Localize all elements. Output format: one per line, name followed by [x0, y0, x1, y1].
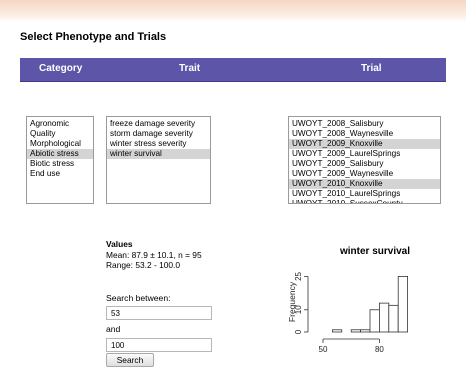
trial-header: Trial: [361, 63, 382, 74]
trait-header: Trait: [179, 63, 201, 74]
category-option[interactable]: Agronomic: [27, 119, 93, 129]
category-option[interactable]: Quality: [27, 129, 93, 139]
category-option[interactable]: Abiotic stress: [27, 149, 93, 159]
x-tick-label: 50: [319, 345, 328, 354]
trait-option[interactable]: winter stress severity: [107, 139, 210, 149]
histogram-bar: [332, 329, 343, 333]
histogram-bar: [379, 302, 390, 333]
values-range: Range: 53.2 - 100.0: [106, 260, 181, 270]
search-between-label: Search between:: [106, 293, 171, 303]
section-title: Select Phenotype and Trials: [20, 31, 167, 43]
histogram-bar: [360, 329, 371, 333]
y-axis-label: Frequency: [287, 281, 297, 322]
category-header: Category: [39, 63, 83, 74]
x-tick-label: 80: [375, 345, 384, 354]
histogram-bar: [369, 309, 380, 333]
search-low-input[interactable]: [106, 306, 212, 320]
trial-option[interactable]: UWOYT_2009_LaurelSprings: [289, 149, 440, 159]
histogram-bar: [350, 329, 361, 333]
trait-select[interactable]: freeze damage severity storm damage sever…: [106, 116, 211, 204]
histogram-chart: 01025Frequency50 80: [287, 271, 408, 354]
trait-option[interactable]: storm damage severity: [107, 129, 210, 139]
trial-option[interactable]: UWOYT_2008_Waynesville: [289, 129, 440, 139]
trait-option[interactable]: freeze damage severity: [107, 119, 210, 129]
trial-option[interactable]: UWOYT_2008_Salisbury: [289, 119, 440, 129]
trial-option[interactable]: UWOYT_2009_Knoxville: [289, 139, 440, 149]
search-button[interactable]: Search: [106, 353, 154, 367]
values-title: Values: [106, 239, 133, 249]
search-high-input[interactable]: [106, 338, 212, 352]
y-tick-label: 0: [294, 329, 303, 334]
category-option[interactable]: Biotic stress: [27, 159, 93, 169]
top-banner: [0, 0, 466, 22]
trial-select[interactable]: UWOYT_2008_Salisbury UWOYT_2008_Waynesvil…: [288, 116, 441, 204]
trial-option[interactable]: UWOYT_2010_LaurelSprings: [289, 189, 440, 199]
trial-option[interactable]: UWOYT_2010_SussexCounty: [289, 199, 440, 203]
trial-option[interactable]: UWOYT_2009_Waynesville: [289, 169, 440, 179]
trial-option[interactable]: UWOYT_2010_Knoxville: [289, 179, 440, 189]
histogram-bar: [388, 304, 399, 333]
trial-option[interactable]: UWOYT_2009_Salisbury: [289, 159, 440, 169]
trait-option[interactable]: winter survival: [107, 149, 210, 159]
y-tick-label: 25: [294, 271, 303, 280]
search-and-label: and: [106, 324, 121, 334]
values-mean: Mean: 87.9 ± 10.1, n = 95: [106, 249, 202, 260]
column-header-bar: Category Trait Trial: [20, 58, 446, 82]
category-option[interactable]: Morphological: [27, 139, 93, 149]
histogram-bar: [397, 276, 408, 333]
values-summary: Values Mean: 87.9 ± 10.1, n = 95 Range: …: [106, 239, 202, 271]
category-select[interactable]: Agronomic Quality Morphological Abiotic str…: [26, 116, 94, 204]
category-option[interactable]: End use: [27, 169, 93, 179]
histogram-title: winter survival: [339, 246, 411, 257]
